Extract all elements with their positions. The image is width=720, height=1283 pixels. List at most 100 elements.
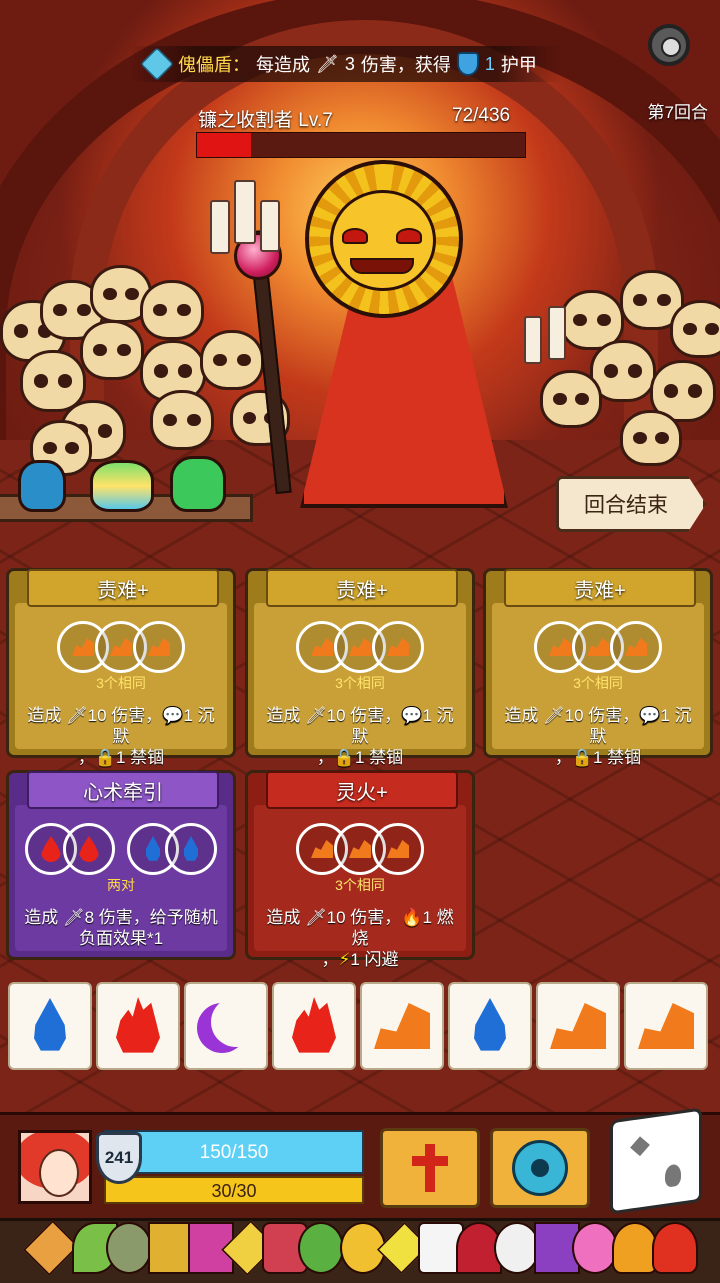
fire-flame-icon [116,997,160,1053]
skull-decoration [540,370,602,428]
earth-icon [110,638,132,656]
element-tile-earth[interactable] [624,982,708,1070]
card-description: 造成 🗡10 伤害，🔥1 燃烧 ，⚡1 闪避 [258,907,462,970]
fire-slot [63,823,115,875]
desc-text: 造成 [266,706,306,725]
skill-card[interactable]: 3个相同 造成 🗡10 伤害，💬1 沉默 ，🔒1 禁锢 责难+ [245,568,475,767]
earth-slot [133,621,185,673]
shield-icon [456,52,479,76]
lock-icon: 🔒 [333,748,355,767]
fire-icon [41,836,61,862]
candle-icon [260,200,280,252]
eye-orb-icon [512,1140,568,1196]
fire-flame-icon [292,997,336,1053]
candle-icon [548,306,566,360]
card-requirement: 3个相同 [96,675,146,691]
desc-text: ， [316,748,334,767]
water-drop-icon [34,998,66,1051]
element-tile-water[interactable] [448,982,532,1070]
earth-slot [610,621,662,673]
skull-decoration [140,280,204,340]
water-drop-icon [474,998,506,1051]
desc-text: 10 伤害， [326,706,402,725]
skill-card[interactable]: 3个相同 造成 🗡10 伤害，💬1 沉默 ，🔒1 禁锢 责难+ [483,568,713,767]
element-tile-fire[interactable] [96,982,180,1070]
boss-hp-fill [197,133,252,157]
boss-buff-bar: 傀儡盾： 每造成 🗡 3 伤害，获得 1 护甲 [130,46,560,82]
fire-pair [25,823,115,875]
element-tile-moon[interactable] [184,982,268,1070]
silence-icon: 💬 [401,706,423,725]
end-turn-button[interactable]: 回合结束 [556,476,706,532]
crescent-moon-icon [211,997,261,1047]
blue-potion-icon[interactable] [18,460,66,512]
skill-button-eye[interactable] [490,1128,590,1208]
combo-requirement [254,823,466,875]
sword-icon: 🗡 [62,908,85,927]
combo-requirement [492,621,704,673]
boss-eye [396,228,422,244]
flame-relic-icon[interactable] [652,1222,698,1274]
earth-icon [349,638,371,656]
card-body: 两对 造成 🗡8 伤害，给予随机 负面效果*1 [15,805,227,951]
earth-slot [372,621,424,673]
card-title: 责难+ [27,569,219,607]
water-pair [127,823,217,875]
combo-requirement [15,823,227,875]
desc-text: 造成 [27,706,67,725]
desc-text: 造成 [24,908,63,927]
puppet-shield-icon [140,47,174,81]
sword-icon: 🗡 [543,706,565,725]
desc-text: 10 伤害， [564,706,640,725]
skill-card[interactable]: 3个相同 造成 🗡10 伤害，🔥1 燃烧 ，⚡1 闪避 灵火+ [245,770,475,969]
boss-mouth [350,258,414,274]
buff-armor-value: 1 [484,53,495,74]
earth-rock-icon [374,1003,430,1049]
earth-icon [625,638,647,656]
water-icon [184,836,198,861]
earth-icon [311,840,333,858]
herb-wreath-relic-icon[interactable] [298,1222,344,1274]
card-description: 造成 🗡8 伤害，给予随机 负面效果*1 [19,907,223,949]
buff-damage-value: 3 [344,53,355,74]
combo-requirement [15,621,227,673]
boss-hp-text: 72/436 [452,105,511,126]
candle-icon [210,200,230,254]
card-body: 3个相同 造成 🗡10 伤害，💬1 沉默 ，🔒1 禁锢 [492,603,704,767]
skill-card[interactable]: 3个相同 造成 🗡10 伤害，💬1 沉默 ，🔒1 禁锢 责难+ [6,568,236,767]
card-requirement: 3个相同 [335,675,385,691]
element-tile-earth[interactable] [536,982,620,1070]
skull-decoration [80,320,144,380]
silence-icon: 💬 [162,706,184,725]
card-body: 3个相同 造成 🗡10 伤害，💬1 沉默 ，🔒1 禁锢 [15,603,227,767]
card-description: 造成 🗡10 伤害，💬1 沉默 ，🔒1 禁锢 [19,705,223,768]
skill-button-cross[interactable] [380,1128,480,1208]
desc-text: 10 伤害， [326,908,402,927]
desc-text: 1 禁锢 [115,748,165,767]
combo-requirement [254,621,466,673]
skill-card[interactable]: 两对 造成 🗡8 伤害，给予随机 负面效果*1 心术牵引 [6,770,236,960]
candle-icon [524,316,542,364]
desc-text: 负面效果*1 [78,929,164,948]
desc-text: ， [554,748,572,767]
card-body: 3个相同 造成 🗡10 伤害，🔥1 燃烧 ，⚡1 闪避 [254,805,466,969]
element-tile-earth[interactable] [360,982,444,1070]
earth-icon [587,638,609,656]
buff-text-before: 每造成 [256,55,310,75]
player-portrait-avatar[interactable] [18,1130,92,1204]
element-tile-water[interactable] [8,982,92,1070]
green-potion-icon[interactable] [170,456,226,512]
boss-name-level: 镰之收割者 Lv.7 [198,105,333,132]
settings-gear-icon[interactable] [648,24,690,66]
portrait-face [39,1149,79,1197]
goblin-mask-relic-icon[interactable] [106,1222,152,1274]
desc-text: 造成 [266,908,306,927]
card-title: 心术牵引 [27,771,219,809]
rainbow-potion-icon[interactable] [90,460,154,512]
desc-text: 造成 [504,706,544,725]
silence-icon: 💬 [639,706,661,725]
element-tile-fire[interactable] [272,982,356,1070]
player-armor-shield-icon: 241 [96,1132,142,1184]
candle-icon [234,180,256,244]
reroll-dice-button[interactable] [610,1107,702,1215]
